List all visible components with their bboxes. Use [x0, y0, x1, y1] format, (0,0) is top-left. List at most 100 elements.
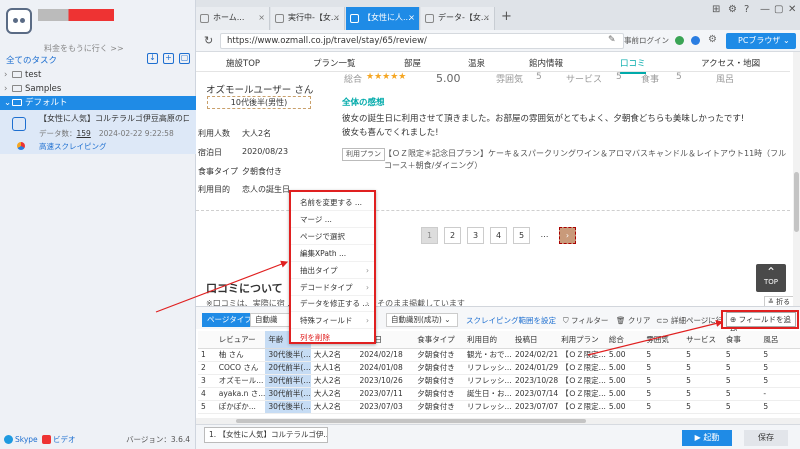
tab-home[interactable]: ホーム... ×: [196, 7, 270, 30]
url-input[interactable]: https://www.ozmall.co.jp/travel/stay/65/…: [220, 33, 624, 49]
nav-item[interactable]: 施設TOP: [226, 57, 260, 69]
clear-button[interactable]: 🗑 クリア: [616, 315, 650, 326]
new-tab-icon[interactable]: +: [501, 9, 512, 24]
nav-item[interactable]: アクセス・地図: [701, 57, 760, 69]
table-cell: -: [760, 387, 800, 401]
task-item[interactable]: 【女性に人気】コルテラルゴ伊豆高原の口... データ数：159 2024-02-2…: [0, 110, 196, 154]
table-row[interactable]: 4 ayaka.n さ... 30代前半(… 大人2名 2023/07/11 夕朝食付き誕…: [198, 387, 800, 401]
nav-item[interactable]: プラン一覧: [313, 57, 356, 69]
robot-avatar-icon[interactable]: [6, 8, 32, 34]
context-menu-item[interactable]: データを修正する ... ›: [291, 295, 374, 313]
plan-text: 【ＯＺ限定＊記念日プラン】ケーキ＆スパークリングワイン＆アロマバスキャンドル＆レ…: [384, 149, 787, 170]
data-count-link[interactable]: 159: [77, 129, 91, 138]
close-window-icon[interactable]: ✕: [788, 4, 796, 15]
status-icon[interactable]: [675, 36, 684, 45]
import-icon[interactable]: ↓: [147, 53, 158, 64]
column-header[interactable]: レビュアー: [215, 331, 266, 349]
grid-icon[interactable]: ⊞: [712, 4, 720, 15]
save-button[interactable]: 保存: [744, 430, 788, 446]
context-menu-item[interactable]: マージ ...: [291, 211, 374, 228]
page-button[interactable]: 2: [444, 227, 461, 244]
detect-select[interactable]: 自動識別(成功) ⌄: [386, 313, 458, 327]
column-header[interactable]: [198, 331, 216, 349]
tab-active-review[interactable]: 【女性に人... ×: [346, 7, 420, 30]
reviewer-name: オズモールユーザー さん: [206, 85, 314, 96]
video-link[interactable]: ビデオ: [42, 431, 76, 449]
maximize-icon[interactable]: ▢: [774, 4, 783, 15]
new-folder-icon[interactable]: ▢: [179, 53, 190, 64]
table-row[interactable]: 1柚 さん 30代後半(… 大人2名 2024/02/18 夕朝食付き 観光・おで... 2…: [198, 348, 800, 362]
edit-icon[interactable]: ✎: [608, 35, 616, 45]
tab-running[interactable]: 実行中-【女... ×: [271, 7, 345, 30]
pre-login-button[interactable]: 事前ログイン: [624, 35, 669, 46]
ghost-label: 食事: [641, 75, 660, 85]
review-heading: 全体の感想: [342, 98, 385, 108]
tree-folder-label: test: [25, 70, 42, 80]
page-button[interactable]: 1: [421, 227, 438, 244]
table-row[interactable]: 2 COCO さん 20代前半(… 大人1名 2024/01/08 夕朝食付き リフレッシ.…: [198, 361, 800, 375]
context-menu-item[interactable]: 編集XPath ...: [291, 245, 374, 262]
column-header[interactable]: 総合: [605, 331, 644, 349]
info-value: 2020/08/23: [242, 147, 289, 156]
reload-icon[interactable]: ↻: [204, 34, 213, 47]
skype-link[interactable]: Skype: [4, 431, 38, 449]
tree-folder-test[interactable]: › test: [0, 68, 196, 82]
next-page-button[interactable]: ›: [559, 227, 576, 244]
page-button[interactable]: 4: [490, 227, 507, 244]
info-icon[interactable]: [691, 36, 700, 45]
context-menu-item[interactable]: デコードタイプ ›: [291, 279, 374, 296]
close-icon[interactable]: ×: [483, 7, 490, 29]
column-header[interactable]: 風呂: [760, 331, 800, 349]
tab-bar: ホーム... × 実行中-【女... × 【女性に人... × データ-【女... × …: [196, 0, 800, 30]
context-menu-item[interactable]: ページで選択: [291, 228, 374, 245]
detail-page-button[interactable]: ⊂⊃ 詳細ページに行: [656, 315, 723, 326]
minimize-icon[interactable]: —: [760, 4, 770, 15]
table-row[interactable]: 5 ぽかぽか... 30代後半(… 大人2名 2023/07/03 夕朝食付き リフレッシ.…: [198, 400, 800, 414]
task-tab[interactable]: 1. 【女性に人気】コルテラルゴ伊...: [204, 427, 328, 443]
collapse-button[interactable]: ≚ 折る: [764, 296, 795, 306]
context-menu-label: 特殊フィールド: [300, 316, 353, 326]
tab-data[interactable]: データ-【女... ×: [421, 7, 495, 30]
vertical-scrollbar[interactable]: [793, 52, 800, 306]
pc-browser-button[interactable]: PCブラウザ ⌄: [726, 33, 796, 49]
run-button[interactable]: ▶ 起動: [682, 430, 732, 446]
back-to-top-button[interactable]: TOP: [756, 254, 786, 292]
column-header[interactable]: サービス: [683, 331, 723, 349]
close-icon[interactable]: ×: [408, 7, 415, 29]
context-menu-item[interactable]: 特殊フィールド ›: [291, 312, 374, 330]
table-cell: 2023/07/14: [511, 387, 559, 401]
page-type-label[interactable]: ページタイプ: [202, 313, 257, 327]
help-icon[interactable]: ?: [744, 4, 749, 15]
tree-folder-samples[interactable]: › Samples: [0, 82, 196, 96]
context-menu-item[interactable]: 名前を変更する ...: [291, 194, 374, 211]
column-header[interactable]: 利用プラン: [558, 331, 606, 349]
nav-item[interactable]: 温泉: [468, 57, 485, 69]
table-cell: 30代後半(…: [265, 348, 311, 362]
nav-item[interactable]: 館内情報: [529, 57, 563, 69]
close-icon[interactable]: ×: [258, 7, 265, 29]
column-header[interactable]: 利用目的: [463, 331, 512, 349]
page-button[interactable]: 5: [513, 227, 530, 244]
settings-icon[interactable]: ⚙: [728, 4, 737, 15]
web-content: 施設TOP プラン一覧 部屋 温泉 館内情報 口コミ アクセス・地図 総合 ★★…: [196, 52, 800, 306]
scrape-range-link[interactable]: スクレイピング範囲を設定: [466, 315, 556, 326]
nav-item[interactable]: 部屋: [404, 57, 421, 69]
column-header[interactable]: 投稿日: [511, 331, 559, 349]
upgrade-link[interactable]: 料金をもうに行く >>: [44, 43, 124, 54]
video-label: ビデオ: [53, 435, 76, 444]
context-menu-item[interactable]: 列を削除: [291, 329, 374, 346]
ghost-label: 雰囲気: [496, 75, 524, 85]
table-cell: 5: [760, 348, 800, 362]
column-header[interactable]: 食事タイプ: [414, 331, 464, 349]
context-menu-item[interactable]: 抽出タイプ ›: [291, 262, 374, 279]
tree-folder-default[interactable]: ⌄ デフォルト: [0, 96, 196, 110]
page-button[interactable]: 3: [467, 227, 484, 244]
table-cell: 5.00: [605, 400, 644, 414]
filter-button[interactable]: ⛉ フィルター: [563, 315, 608, 326]
new-task-icon[interactable]: +: [163, 53, 174, 64]
table-row[interactable]: 3 オズモール... 30代前半(… 大人2名 2023/10/26 夕朝食付き リフレッシ…: [198, 374, 800, 388]
close-icon[interactable]: ×: [333, 7, 340, 29]
column-header[interactable]: 食事: [722, 331, 761, 349]
column-header[interactable]: 雰囲気: [643, 331, 684, 349]
gear-icon[interactable]: ⚙: [708, 34, 717, 45]
